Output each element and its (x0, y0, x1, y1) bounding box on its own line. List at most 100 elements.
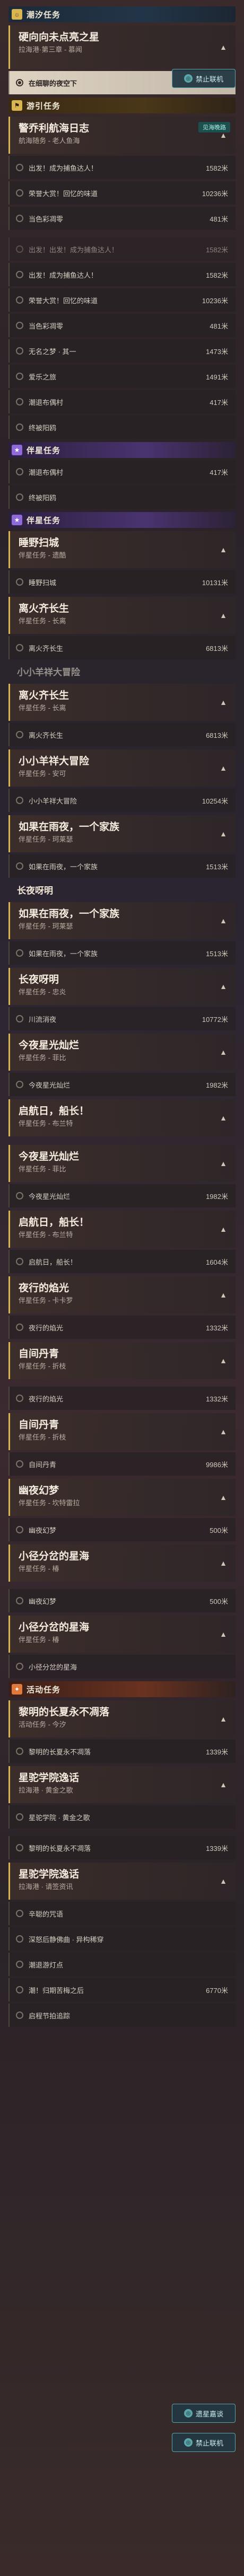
chevron-up-icon[interactable]: ▲ (220, 545, 227, 554)
quest-step[interactable]: 今夜星光灿烂 1982米 (8, 1184, 236, 1207)
chevron-up-icon[interactable]: ▲ (220, 611, 227, 620)
quest-step[interactable]: 出发！成为捕鱼达人！ 1582米 (8, 263, 236, 286)
chevron-up-icon[interactable]: ▲ (220, 1114, 227, 1122)
chevron-up-icon[interactable]: ▲ (220, 1356, 227, 1365)
link-icon: ◎ (184, 74, 193, 83)
chevron-up-icon[interactable]: ▲ (220, 1493, 227, 1502)
quest-step[interactable]: 启航日，船长！ 1604米 (8, 1250, 236, 1273)
quest-card[interactable]: 自间丹青 伴星任务 - 折枝 ▲ (8, 1413, 236, 1450)
chevron-up-icon[interactable]: ▲ (220, 1159, 227, 1168)
badge-lingqu[interactable]: ◎ 遗星嘉谈 (172, 2404, 236, 2423)
quest-step[interactable]: 辛聪的咒语 (8, 1902, 236, 1925)
quest-card[interactable]: 睡野扫城 伴星任务 - 遗酷 ▲ (8, 531, 236, 568)
quest-card[interactable]: 启航日，船长！ 伴星任务 - 布兰特 ▲ (8, 1099, 236, 1136)
quest-step[interactable]: 启程节拍追踪 (8, 2004, 236, 2027)
chevron-up-icon[interactable]: ▲ (220, 1630, 227, 1638)
quest-card[interactable]: 警乔利航海日志 航海随务 - 老人鱼海 ▲ 见海晚路 (8, 117, 236, 154)
chevron-up-icon[interactable]: ▲ (220, 764, 227, 772)
quest-step[interactable]: 出发！成为捕鱼达人！ 1582米 (8, 156, 236, 179)
quest-step[interactable]: 自间丹青 9986米 (8, 1452, 236, 1476)
chevron-up-icon[interactable]: ▲ (220, 1291, 227, 1299)
quest-step[interactable]: 夜行的焰光 1332米 (8, 1387, 236, 1410)
quest-step[interactable]: 出发！出发！成为捕鱼达人！ 1582米 (8, 237, 236, 261)
sun-icon: ☼ (12, 9, 22, 20)
quest-card[interactable]: 如果在雨夜，一个家族 伴星任务 - 珂莱瑟 ▲ (8, 815, 236, 852)
quest-step[interactable]: 如果在雨夜，一个家族 1513米 (8, 854, 236, 878)
quest-card[interactable]: 星驼学院逸话 拉海港 · 请签资讯 ▲ (8, 1863, 236, 1900)
quest-step[interactable]: 荣誉大赏！回忆的味道 10236米 (8, 181, 236, 205)
quest-card[interactable]: 幽夜幻梦 伴星任务 - 坎特雷拉 ▲ (8, 1479, 236, 1516)
chevron-up-icon[interactable]: ▲ (220, 1048, 227, 1056)
quest-step[interactable]: 幽夜幻梦 500米 (8, 1518, 236, 1541)
section-header-partner[interactable]: ★ 伴星任务 (8, 512, 236, 528)
quest-card[interactable]: 今夜星光灿烂 伴星任务 - 菲比 ▲ (8, 1145, 236, 1182)
quest-card[interactable]: 小径分岔的星海 伴星任务 - 椿 ▲ (8, 1616, 236, 1653)
quest-card[interactable]: 离火齐长生 伴星任务 - 长离 ▲ (8, 597, 236, 634)
section-header-trail[interactable]: ⚑ 游引任务 (8, 98, 236, 113)
quest-card[interactable]: 离火齐长生 伴星任务 - 长离 ▲ (8, 684, 236, 721)
quest-card[interactable]: 星驼学院逸话 拉海港 · 黄金之歌 ▲ (8, 1766, 236, 1803)
quest-card[interactable]: 夜行的焰光 伴星任务 - 卡卡罗 ▲ (8, 1276, 236, 1313)
quest-step[interactable]: 潮！归期苦梅之后 6770米 (8, 1978, 236, 2001)
quest-step[interactable]: 如果在雨夜，一个家族 1513米 (8, 941, 236, 965)
quest-step[interactable]: 当色彩凋零 481米 (8, 207, 236, 230)
step-label: 潮退游灯点 (29, 1961, 64, 1969)
chevron-up-icon[interactable]: ▲ (220, 1715, 227, 1723)
quest-step[interactable]: 潮退布偶村 417米 (8, 390, 236, 413)
quest-step[interactable]: 深怒后静佛曲 · 异构稀穿 (8, 1927, 236, 1951)
chevron-up-icon[interactable]: ▲ (220, 1225, 227, 1233)
quest-card[interactable]: 今夜星光灿烂 伴星任务 - 菲比 ▲ (8, 1034, 236, 1071)
chevron-up-icon[interactable]: ▲ (220, 1877, 227, 1885)
quest-step[interactable]: 终被阳鸥 (8, 486, 236, 509)
quest-step[interactable]: 离火齐长生 6813米 (8, 636, 236, 659)
quest-step[interactable]: 黎明的长夏永不凋落 1339米 (8, 1740, 236, 1763)
quest-card[interactable]: 如果在雨夜，一个家族 伴星任务 - 珂莱瑟 ▲ (8, 902, 236, 939)
section-header-daily[interactable]: ☼ 潮汐任务 (8, 6, 236, 22)
quest-card[interactable]: 长夜呀明 伴星任务 - 忠炎 ▲ (8, 968, 236, 1005)
quest-log: ☼ 潮汐任务 硬向向未点亮之星 拉海港·第三章 - 慕闻 ▲ 在细聊的夜空下 ⚑ 游引任务 警乔… (0, 0, 244, 2027)
chevron-up-icon[interactable]: ▲ (220, 916, 227, 925)
quest-step[interactable]: 睡野扫城 10131米 (8, 570, 236, 594)
quest-step[interactable]: 小小羊祥大冒险 10254米 (8, 789, 236, 812)
quest-step[interactable]: 潮退游灯点 (8, 1953, 236, 1976)
chevron-up-icon[interactable]: ▲ (220, 1427, 227, 1436)
chevron-up-icon[interactable]: ▲ (220, 830, 227, 838)
badge-forbid-link[interactable]: ◎ 禁止联机 (172, 69, 236, 88)
section-header-partner[interactable]: ★ 伴星任务 (8, 442, 236, 458)
chevron-up-icon[interactable]: ▲ (220, 1780, 227, 1789)
quest-card[interactable]: 启航日，船长！ 伴星任务 - 布兰特 ▲ (8, 1211, 236, 1248)
quest-step[interactable]: 终被阳鸥 (8, 416, 236, 439)
quest-step[interactable]: 夜行的焰光 1332米 (8, 1316, 236, 1339)
quest-step[interactable]: 川流消夜 10772米 (8, 1007, 236, 1030)
quest-step[interactable]: 离火齐长生 6813米 (8, 723, 236, 746)
badge-forbid-link[interactable]: ◎ 禁止联机 (172, 2433, 236, 2452)
quest-step[interactable]: 当色彩凋零 481米 (8, 314, 236, 337)
quest-heading[interactable]: 小小羊祥大冒险 (8, 665, 236, 681)
quest-card[interactable]: 自间丹青 伴星任务 - 折枝 ▲ (8, 1342, 236, 1379)
quest-card[interactable]: 硬向向未点亮之星 拉海港·第三章 - 慕闻 ▲ (8, 25, 236, 69)
step-label: 无名之梦 · 其一 (29, 347, 76, 356)
quest-title: 长夜呀明 (19, 974, 59, 985)
quest-step[interactable]: 黎明的长夏永不凋落 1339米 (8, 1836, 236, 1859)
quest-card[interactable]: 小径分岔的星海 伴星任务 - 椿 ▲ (8, 1545, 236, 1582)
quest-heading[interactable]: 长夜呀明 (8, 883, 236, 899)
quest-step[interactable]: 星驼学院 · 黄金之歌 (8, 1805, 236, 1829)
quest-step[interactable]: 小径分岔的星海 (8, 1655, 236, 1678)
chevron-up-icon[interactable]: ▲ (220, 698, 227, 707)
section-header-event[interactable]: ✦ 活动任务 (8, 1681, 236, 1697)
chevron-up-icon[interactable]: ▲ (220, 1559, 227, 1567)
quest-step[interactable]: 潮退布偶村 417米 (8, 460, 236, 483)
step-distance: 1473米 (206, 347, 228, 356)
quest-card[interactable]: 小小羊祥大冒险 伴星任务 - 安可 ▲ (8, 749, 236, 787)
chevron-up-icon[interactable]: ▲ (220, 43, 227, 51)
quest-subtitle: 拉海港·第三章 - 慕闻 (19, 46, 82, 54)
quest-step[interactable]: 荣誉大赏！回忆的味道 10236米 (8, 288, 236, 312)
quest-card[interactable]: 黎明的长夏永不凋落 活动任务 - 今汐 ▲ (8, 1700, 236, 1737)
quest-title: 夜行的焰光 (19, 1283, 69, 1294)
quest-step[interactable]: 爱乐之旅 1491米 (8, 365, 236, 388)
step-radio (16, 1597, 23, 1604)
chevron-up-icon[interactable]: ▲ (220, 982, 227, 991)
quest-step[interactable]: 无名之梦 · 其一 1473米 (8, 339, 236, 363)
quest-step[interactable]: 幽夜幻梦 500米 (8, 1589, 236, 1612)
quest-step[interactable]: 今夜星光灿烂 1982米 (8, 1073, 236, 1096)
